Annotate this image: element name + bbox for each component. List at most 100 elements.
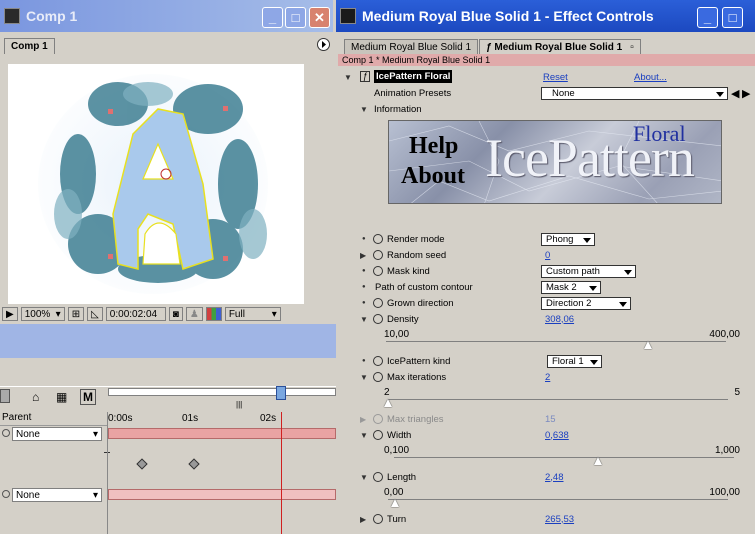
- stopwatch-icon[interactable]: [373, 266, 383, 276]
- kind-select[interactable]: Floral 1: [547, 354, 602, 368]
- mask-view-icon[interactable]: ◺: [87, 307, 103, 321]
- playhead-icon[interactable]: [276, 386, 286, 400]
- reset-link[interactable]: Reset: [543, 72, 568, 83]
- stopwatch-icon[interactable]: [373, 250, 383, 260]
- close-button[interactable]: ✕: [309, 7, 330, 28]
- work-area-handle[interactable]: |||: [236, 400, 242, 409]
- expand-triangle-icon[interactable]: ▶: [360, 415, 366, 424]
- stopwatch-icon[interactable]: [373, 430, 383, 440]
- channel-icon[interactable]: [205, 307, 222, 321]
- grown-direction-value: Direction 2: [546, 297, 592, 309]
- max-iterations-slider[interactable]: 2 5: [384, 387, 742, 409]
- panel-menu-icon[interactable]: [317, 38, 330, 51]
- stopwatch-icon[interactable]: [373, 372, 383, 382]
- parent-select-2[interactable]: None ▾: [12, 488, 102, 502]
- motion-blur-button[interactable]: M: [80, 389, 96, 405]
- grown-direction-select[interactable]: Direction 2: [541, 296, 631, 310]
- density-max: 400,00: [709, 329, 740, 340]
- preset-next-icon[interactable]: ▶: [742, 87, 750, 100]
- close-tab-icon[interactable]: ▫: [630, 42, 634, 53]
- composition-viewer[interactable]: [8, 64, 304, 304]
- density-label: Density: [387, 313, 419, 325]
- draft-3d-icon[interactable]: ⌂: [32, 390, 39, 404]
- max-triangles-label: Max triangles: [387, 413, 444, 425]
- width-thumb[interactable]: [594, 457, 602, 465]
- tab-effect-controls[interactable]: ƒ Medium Royal Blue Solid 1 ▫: [479, 39, 641, 55]
- render-mode-select[interactable]: Phong: [541, 232, 595, 246]
- density-value[interactable]: 308,06: [545, 314, 574, 325]
- max-iterations-thumb[interactable]: [384, 399, 392, 407]
- stopwatch-icon[interactable]: [373, 514, 383, 524]
- length-value[interactable]: 2,48: [545, 472, 564, 483]
- animation-presets-select[interactable]: None: [541, 86, 728, 100]
- effect-toggle-icon[interactable]: ƒ: [360, 71, 370, 82]
- time-ruler[interactable]: |||: [108, 386, 336, 412]
- tab-label: Medium Royal Blue Solid 1: [351, 42, 472, 53]
- density-thumb[interactable]: [643, 341, 652, 349]
- mask-kind-select[interactable]: Custom path: [541, 264, 636, 278]
- length-slider[interactable]: 0,00 100,00: [384, 487, 742, 509]
- effect-header-row: ▼ ƒ IcePattern Floral Reset About...: [338, 69, 755, 85]
- banner-help[interactable]: Help: [409, 133, 458, 160]
- title-safe-icon[interactable]: ⊞: [67, 307, 85, 321]
- collapse-triangle-icon[interactable]: ▼: [360, 473, 368, 482]
- stopwatch-icon[interactable]: [373, 298, 383, 308]
- stopwatch-icon[interactable]: [373, 234, 383, 244]
- show-snapshot-icon[interactable]: ♟: [185, 307, 203, 321]
- stopwatch-icon[interactable]: [373, 356, 383, 366]
- kind-row: ● IcePattern kind Floral 1: [338, 353, 755, 369]
- minimize-button[interactable]: _: [262, 7, 283, 28]
- minimize-button[interactable]: _: [697, 7, 718, 28]
- switch-icon[interactable]: [0, 389, 10, 403]
- parent-value-1: None: [16, 428, 40, 440]
- zoom-select[interactable]: 100% ▾: [20, 307, 65, 321]
- current-time-display[interactable]: 0:00:02:04: [105, 307, 166, 321]
- collapse-triangle-icon[interactable]: ▼: [360, 431, 368, 440]
- resolution-value: Full: [228, 308, 245, 320]
- frame-blending-icon[interactable]: ▦: [56, 390, 67, 404]
- parent-pickwhip-icon[interactable]: [2, 490, 10, 498]
- layer-bar-2[interactable]: [108, 489, 336, 500]
- width-slider[interactable]: 0,100 1,000: [384, 445, 742, 467]
- comp-titlebar: Comp 1 _ □ ✕: [0, 0, 333, 32]
- keyframe-2[interactable]: [188, 458, 200, 470]
- parent-select-1[interactable]: None ▾: [12, 427, 102, 441]
- banner-about[interactable]: About: [401, 163, 465, 190]
- layer-bar-1[interactable]: [108, 428, 336, 439]
- tab-comp-1[interactable]: Comp 1: [4, 38, 55, 54]
- expand-triangle-icon[interactable]: ▶: [360, 251, 366, 260]
- stopwatch-icon[interactable]: [373, 314, 383, 324]
- timeline-divider: [107, 412, 108, 534]
- maximize-button[interactable]: □: [285, 7, 306, 28]
- collapse-triangle-icon[interactable]: ▼: [344, 73, 352, 82]
- about-link[interactable]: About...: [634, 72, 667, 83]
- max-iterations-value[interactable]: 2: [545, 372, 550, 383]
- effect-name[interactable]: IcePattern Floral: [374, 70, 453, 83]
- expand-triangle-icon[interactable]: ▶: [360, 515, 366, 524]
- preset-prev-icon[interactable]: ◀: [731, 87, 739, 100]
- width-value[interactable]: 0,638: [545, 430, 569, 441]
- parent-header: Parent: [0, 412, 108, 426]
- icepattern-banner[interactable]: Help About IcePattern Floral: [388, 120, 722, 204]
- turn-value[interactable]: 265,53: [545, 514, 574, 525]
- snapshot-icon[interactable]: ◙: [168, 307, 183, 321]
- tab-label: Comp 1: [11, 41, 48, 52]
- collapse-triangle-icon[interactable]: ▼: [360, 105, 368, 114]
- random-seed-value[interactable]: 0: [545, 250, 550, 261]
- maximize-button[interactable]: □: [722, 7, 743, 28]
- always-preview-icon[interactable]: ▶: [2, 307, 18, 321]
- tab-solid-layer[interactable]: Medium Royal Blue Solid 1: [344, 39, 479, 55]
- keyframe-1[interactable]: [136, 458, 148, 470]
- collapse-triangle-icon[interactable]: ▼: [360, 373, 368, 382]
- density-slider[interactable]: 10,00 400,00: [384, 329, 742, 351]
- length-thumb[interactable]: [390, 499, 399, 507]
- collapse-triangle-icon[interactable]: ▼: [360, 315, 368, 324]
- information-label: Information: [374, 103, 422, 115]
- work-area-bar[interactable]: [108, 388, 336, 396]
- slider-track: [388, 499, 728, 500]
- parent-pickwhip-icon[interactable]: [2, 429, 10, 437]
- timeline-layers: Parent 0:00s 01s 02s None ▾ None ▾: [0, 412, 336, 534]
- stopwatch-icon[interactable]: [373, 472, 383, 482]
- resolution-select[interactable]: Full ▾: [224, 307, 281, 321]
- path-contour-select[interactable]: Mask 2: [541, 280, 601, 294]
